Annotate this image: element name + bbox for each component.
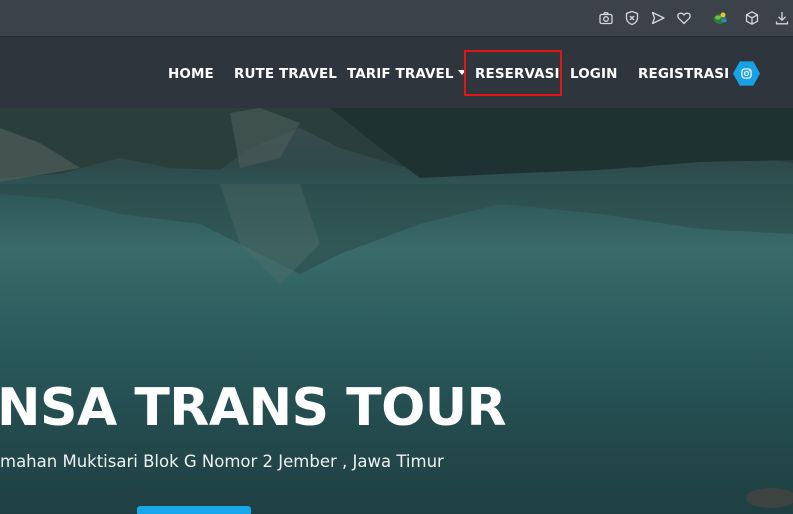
hero-title: NSA TRANS TOUR [0, 378, 507, 438]
nav-registrasi[interactable]: REGISTRASI [638, 66, 729, 82]
nav-tarif-travel-dropdown[interactable]: TARIF TRAVEL [347, 66, 466, 82]
send-icon[interactable] [649, 9, 667, 27]
site-navbar: HOME RUTE TRAVEL TARIF TRAVEL RESERVASI … [0, 37, 793, 108]
nav-tarif-travel-label: TARIF TRAVEL [347, 66, 454, 82]
instagram-icon [741, 68, 752, 79]
water-reflection-image [0, 184, 793, 284]
hero-address: mahan Muktisari Blok G Nomor 2 Jember , … [0, 452, 444, 471]
download-icon[interactable] [773, 9, 791, 27]
mountain-treeline-image [0, 108, 793, 182]
nav-login[interactable]: LOGIN [570, 66, 618, 82]
nav-home[interactable]: HOME [168, 66, 214, 82]
heart-icon[interactable] [675, 9, 693, 27]
cube-icon[interactable] [743, 9, 761, 27]
shield-x-icon[interactable] [623, 9, 641, 27]
nav-rute-travel[interactable]: RUTE TRAVEL [234, 66, 337, 82]
nav-reservasi[interactable]: RESERVASI [475, 66, 560, 82]
extension-globe-icon[interactable] [711, 9, 729, 27]
hero-section: NSA TRANS TOUR mahan Muktisari Blok G No… [0, 108, 793, 514]
camera-icon[interactable] [597, 9, 615, 27]
caret-down-icon [457, 70, 466, 75]
hero-cta-button[interactable] [137, 506, 251, 514]
browser-toolbar [0, 0, 793, 37]
rock-image [746, 488, 793, 508]
